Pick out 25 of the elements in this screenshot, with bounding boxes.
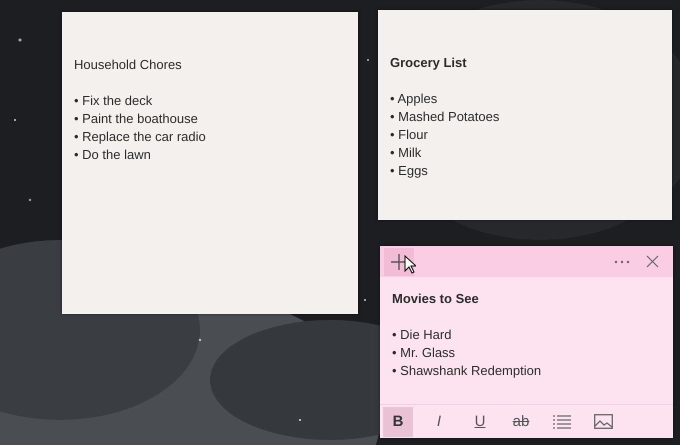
format-button[interactable]: I (424, 406, 454, 436)
mouse-pointer-icon (404, 255, 416, 274)
close-icon (646, 255, 658, 268)
list-item: • Fix the deck (74, 92, 154, 110)
list-item: • Mashed Potatoes (390, 108, 500, 126)
list-item: • Paint the boathouse (74, 110, 199, 128)
list-item: • Mr. Glass (392, 344, 456, 362)
plus-icon (391, 254, 407, 270)
list-item: • Eggs (390, 162, 429, 180)
list-item: • Die Hard (392, 326, 452, 344)
more-icon (614, 260, 630, 264)
format-button[interactable]: U (465, 406, 495, 436)
list-item: • Shawshank Redemption (392, 362, 542, 380)
list-item: • Apples (390, 90, 438, 108)
list-item: • Replace the car radio (74, 128, 207, 146)
note-title: Movies to See (392, 290, 480, 308)
list-item: • Milk (390, 144, 422, 162)
format-button[interactable]: B (383, 406, 413, 436)
note-title: Grocery List (390, 54, 468, 72)
note-title: Household Chores (74, 56, 183, 74)
list-item: • Flour (390, 126, 429, 144)
list-icon (553, 414, 571, 428)
list-item: • Do the lawn (74, 146, 152, 164)
format-button[interactable]: ab (506, 406, 536, 436)
image-icon (594, 414, 612, 429)
